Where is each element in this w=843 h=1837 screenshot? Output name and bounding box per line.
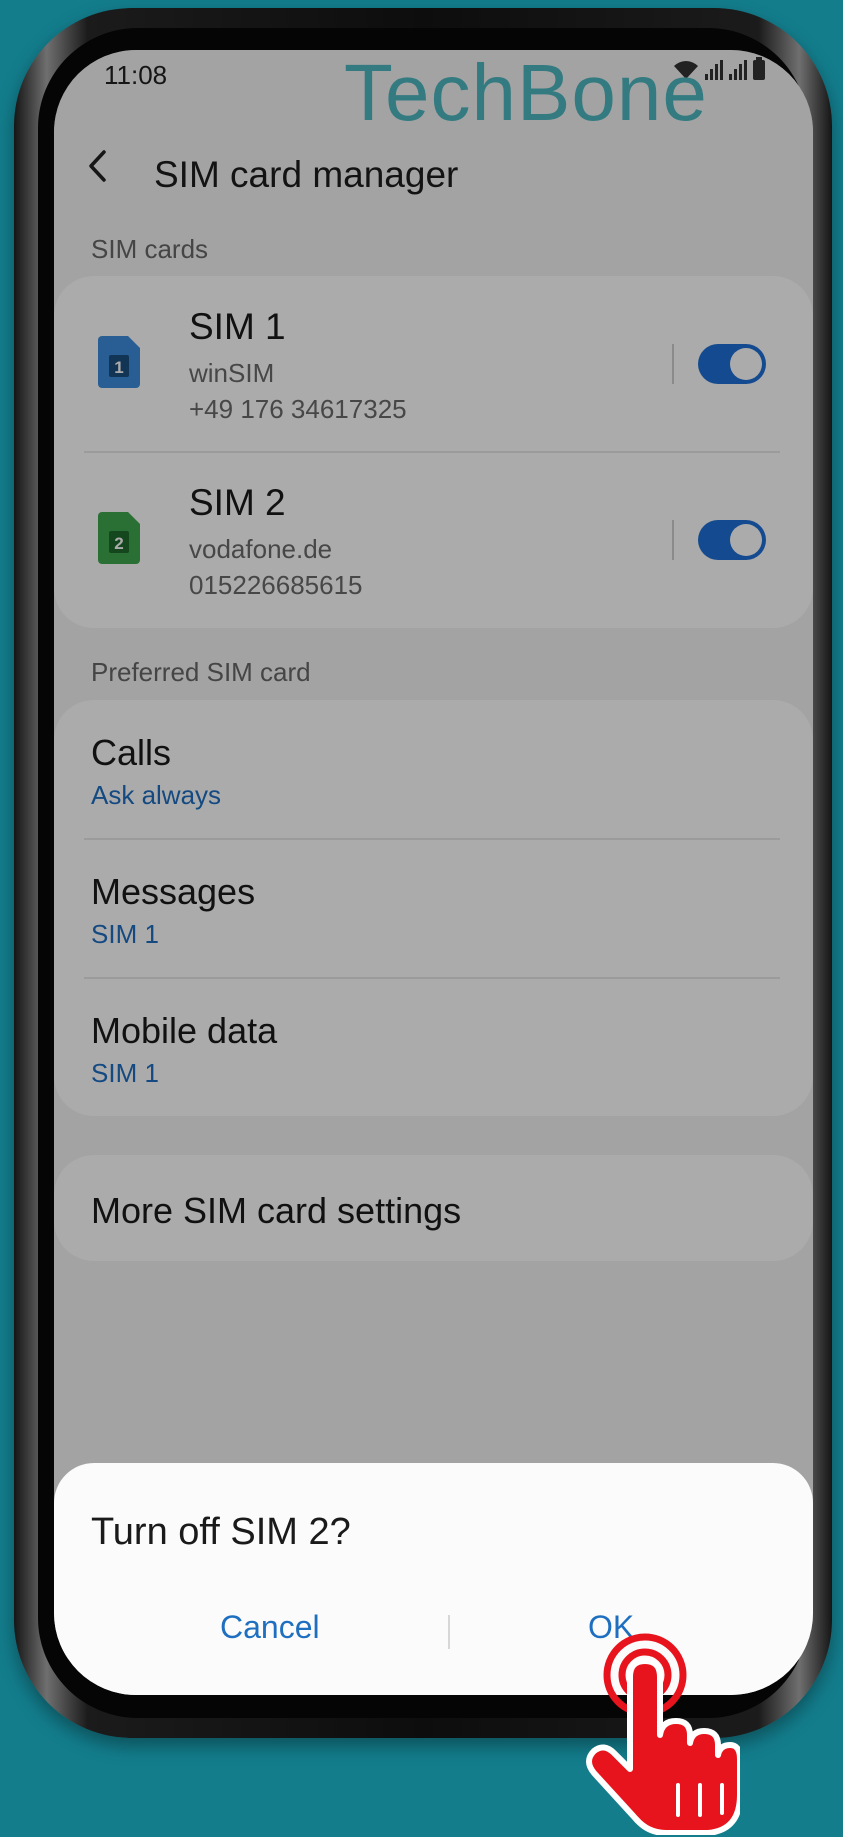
tap-hand-icon [586,1633,740,1835]
dialog-button-divider [448,1615,450,1649]
dialog-title: Turn off SIM 2? [91,1511,351,1553]
phone-screen: 11:08 TechBone SIM card manager SIM card… [54,50,813,1695]
cancel-button[interactable]: Cancel [220,1609,320,1646]
modal-scrim[interactable] [54,50,813,1695]
